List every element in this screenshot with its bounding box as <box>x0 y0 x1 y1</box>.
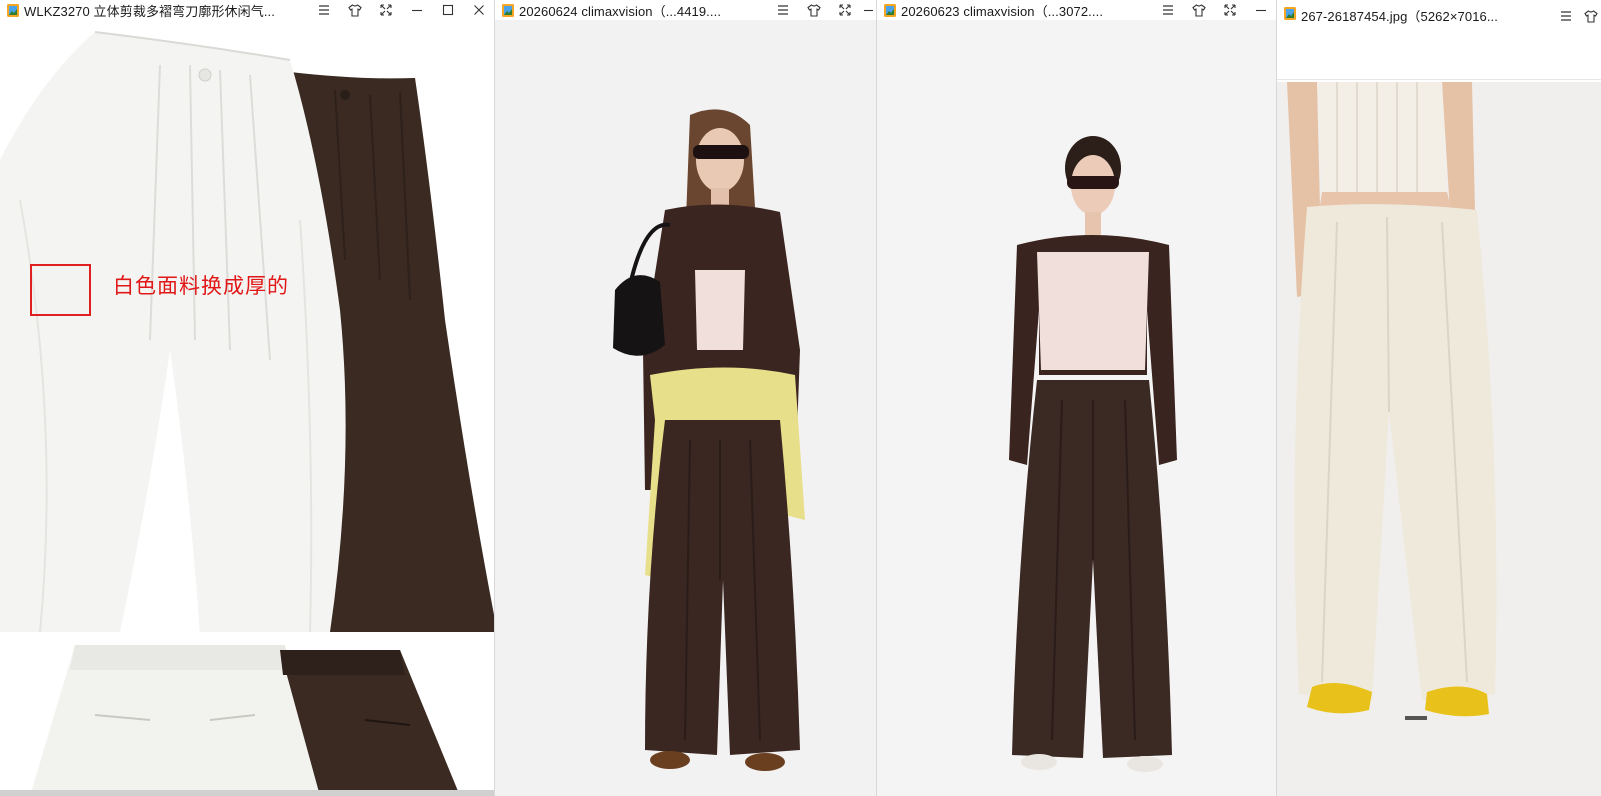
minimize-icon[interactable] <box>401 0 432 20</box>
image-canvas[interactable] <box>495 20 876 796</box>
photo-viewer-app-icon <box>884 3 896 17</box>
photo-viewer-app-icon <box>502 3 514 17</box>
window-title: WLKZ3270 立体剪裁多褶弯刀廓形休闲气... <box>24 3 275 19</box>
fabric-tag-highlight-box <box>30 264 91 316</box>
model-photo-cream-pants-crop <box>1277 82 1601 796</box>
window-title: 20260624 climaxvision（...4419.... <box>519 3 722 19</box>
close-icon[interactable] <box>463 0 494 20</box>
pants-flatlay-photo <box>0 20 494 796</box>
window-divider <box>494 0 495 796</box>
photo-viewer-app-icon <box>7 3 19 17</box>
annotation-text: 白色面料换成厚的 <box>113 274 289 298</box>
window-titlebar[interactable]: 267-26187454.jpg（5262×7016... <box>1277 0 1601 80</box>
shirt-icon[interactable] <box>1183 0 1214 20</box>
image-viewer-window-2: 20260624 climaxvision（...4419.... <box>495 0 876 796</box>
shirt-icon[interactable] <box>1581 6 1601 26</box>
image-viewer-window-4: 267-26187454.jpg（5262×7016... <box>1277 0 1601 796</box>
menu-icon[interactable] <box>308 0 339 20</box>
minimize-icon[interactable] <box>860 0 876 20</box>
menu-icon[interactable] <box>1152 0 1183 20</box>
window-divider <box>876 0 877 796</box>
fit-icon[interactable] <box>370 0 401 20</box>
image-canvas[interactable] <box>1277 82 1601 796</box>
shirt-icon[interactable] <box>339 0 370 20</box>
minimize-icon[interactable] <box>1245 0 1276 20</box>
model-photo-two-tone-top <box>877 20 1276 796</box>
menu-icon[interactable] <box>767 0 798 20</box>
maximize-icon[interactable] <box>432 0 463 20</box>
fit-icon[interactable] <box>829 0 860 20</box>
window-divider <box>1276 0 1277 796</box>
photo-viewer-app-icon <box>1284 7 1296 20</box>
menu-icon[interactable] <box>1550 6 1581 26</box>
shirt-icon[interactable] <box>798 0 829 20</box>
fit-icon[interactable] <box>1214 0 1245 20</box>
model-photo-brown-cardigan <box>495 20 876 796</box>
image-canvas[interactable]: 白色面料换成厚的 <box>0 20 494 796</box>
window-title: 20260623 climaxvision（...3072.... <box>901 3 1104 19</box>
image-viewer-window-1: WLKZ3270 立体剪裁多褶弯刀廓形休闲气... 白色面料换成厚的 <box>0 0 494 796</box>
window-titlebar[interactable]: WLKZ3270 立体剪裁多褶弯刀廓形休闲气... <box>0 0 494 20</box>
window-titlebar[interactable]: 20260624 climaxvision（...4419.... <box>495 0 876 20</box>
window-title: 267-26187454.jpg（5262×7016... <box>1301 9 1498 24</box>
window-titlebar[interactable]: 20260623 climaxvision（...3072.... <box>877 0 1276 20</box>
image-viewer-window-3: 20260623 climaxvision（...3072.... <box>877 0 1276 796</box>
image-canvas[interactable] <box>877 20 1276 796</box>
